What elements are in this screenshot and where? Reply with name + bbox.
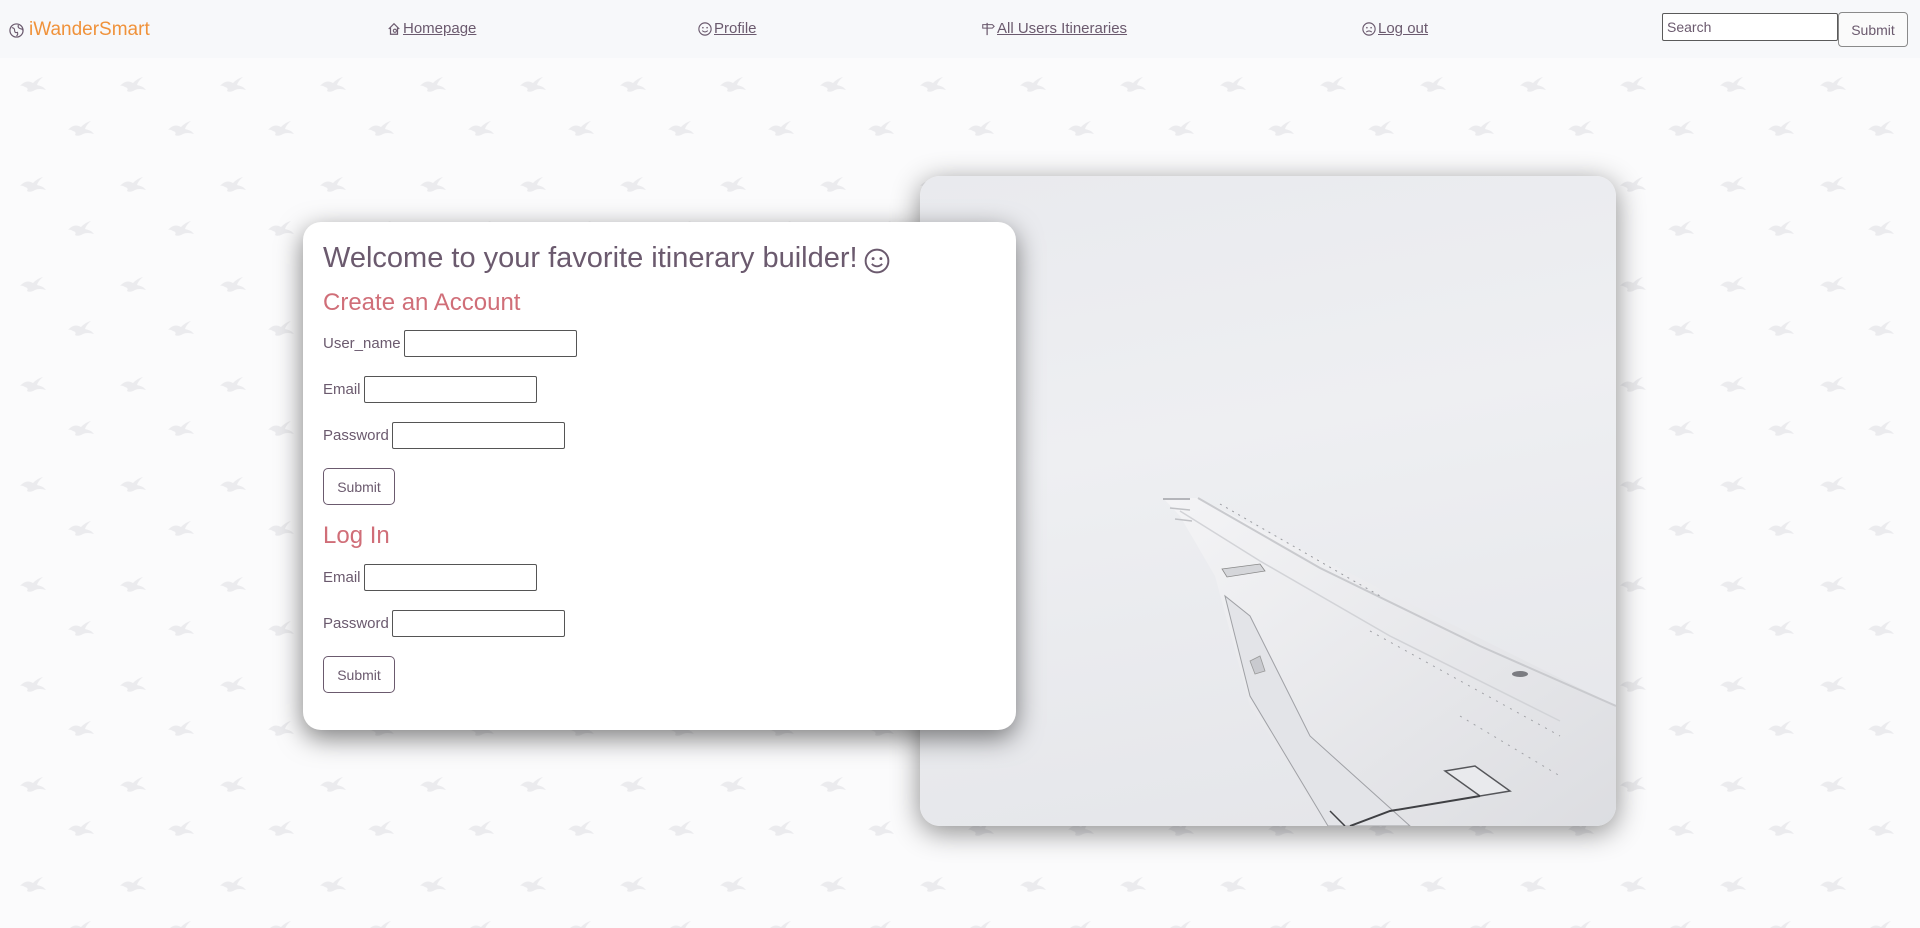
smiley-icon [698, 21, 712, 36]
nav-link-profile[interactable]: Profile [698, 20, 757, 37]
create-account-submit-button[interactable]: Submit [323, 468, 395, 505]
password-label: Password [323, 615, 389, 632]
nav-link-all-users-itineraries[interactable]: All Users Itineraries [981, 20, 1127, 37]
email-label: Email [323, 569, 361, 586]
login-password-row: Password [323, 610, 565, 637]
login-password-input[interactable] [391, 610, 565, 637]
brand-link[interactable]: iWanderSmart [9, 19, 150, 41]
airplane-wing-photo [920, 176, 1616, 826]
search-input[interactable] [1662, 13, 1838, 41]
globe-icon [9, 22, 24, 38]
frown-icon [1362, 21, 1376, 36]
nav-link-label: Log out [1378, 20, 1429, 37]
brand-name: iWanderSmart [29, 19, 150, 40]
auth-form-card: Welcome to your favorite itinerary build… [303, 222, 1016, 730]
create-email-input[interactable] [363, 376, 537, 403]
navbar: iWanderSmart Homepage Profile All Users … [0, 0, 1920, 58]
house-icon [388, 22, 400, 35]
nav-link-log-out[interactable]: Log out [1362, 20, 1428, 37]
create-email-row: Email [323, 376, 537, 403]
email-label: Email [323, 381, 361, 398]
password-label: Password [323, 427, 389, 444]
create-password-row: Password [323, 422, 565, 449]
airplane-wing-illustration [1163, 497, 1616, 826]
username-label: User_name [323, 335, 401, 352]
page-title: Welcome to your favorite itinerary build… [323, 242, 890, 275]
create-password-input[interactable] [391, 422, 565, 449]
nav-link-label: Homepage [403, 20, 477, 37]
log-in-heading: Log In [323, 522, 390, 549]
search-submit-button[interactable]: Submit [1838, 12, 1908, 47]
create-account-heading: Create an Account [323, 289, 521, 316]
nav-link-label: All Users Itineraries [997, 20, 1128, 37]
log-in-submit-button[interactable]: Submit [323, 656, 395, 693]
login-email-row: Email [323, 564, 537, 591]
signpost-icon [982, 22, 995, 35]
create-username-row: User_name [323, 330, 577, 357]
welcome-text: Welcome to your favorite itinerary build… [323, 242, 858, 274]
nav-link-homepage[interactable]: Homepage [387, 20, 476, 37]
nav-link-label: Profile [714, 20, 757, 37]
smiley-icon [864, 248, 889, 273]
login-email-input[interactable] [363, 564, 537, 591]
create-username-input[interactable] [403, 330, 577, 357]
